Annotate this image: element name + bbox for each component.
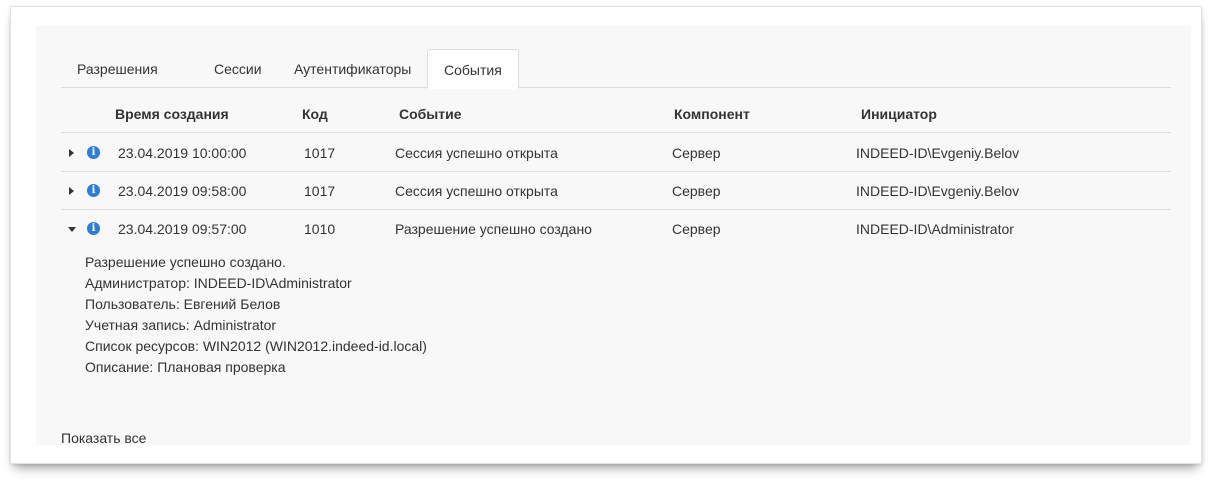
detail-administrator: Администратор: INDEED-ID\Administrator [85, 275, 352, 291]
cell-created: 23.04.2019 09:57:00 [118, 221, 247, 237]
tab-permissions[interactable]: Разрешения [61, 49, 174, 88]
cell-initiator: INDEED-ID\Evgeniy.Belov [856, 183, 1020, 199]
caret-down-icon[interactable] [68, 227, 76, 232]
info-icon[interactable]: i [87, 222, 100, 235]
cell-event: Сессия успешно открыта [395, 145, 558, 161]
cell-component: Сервер [672, 183, 721, 199]
window-frame: Разрешения Сессии Аутентификаторы Событи… [10, 6, 1202, 464]
cell-created: 23.04.2019 09:58:00 [118, 183, 247, 199]
show-all-link[interactable]: Показать все [61, 428, 146, 448]
cell-component: Сервер [672, 221, 721, 237]
cell-code: 1017 [304, 145, 336, 161]
cell-event: Разрешение успешно создано [395, 221, 592, 237]
tab-sessions[interactable]: Сессии [198, 49, 278, 88]
detail-user: Пользователь: Евгений Белов [85, 296, 281, 312]
table-row-expanded[interactable]: i 23.04.2019 09:57:00 1010 Разрешение ус… [61, 210, 1171, 248]
detail-resources: Список ресурсов: WIN2012 (WIN2012.indeed… [85, 338, 427, 354]
cell-initiator: INDEED-ID\Administrator [856, 221, 1014, 237]
event-details: Разрешение успешно создано. Администрато… [85, 252, 685, 378]
cell-initiator: INDEED-ID\Evgeniy.Belov [856, 145, 1020, 161]
tab-authenticators[interactable]: Аутентификаторы [278, 49, 427, 88]
column-header-initiator[interactable]: Инициатор [861, 96, 937, 133]
content-panel: Разрешения Сессии Аутентификаторы Событи… [36, 26, 1191, 448]
column-header-created[interactable]: Время создания [115, 96, 229, 133]
caret-right-icon[interactable] [69, 149, 74, 157]
column-header-event[interactable]: Событие [399, 96, 462, 133]
column-header-code[interactable]: Код [302, 96, 328, 133]
info-icon[interactable]: i [87, 146, 100, 159]
info-icon[interactable]: i [87, 184, 100, 197]
detail-summary: Разрешение успешно создано. [85, 254, 286, 270]
detail-account: Учетная запись: Administrator [85, 317, 277, 333]
cell-created: 23.04.2019 10:00:00 [118, 145, 247, 161]
tab-events[interactable]: События [427, 49, 519, 89]
cell-component: Сервер [672, 145, 721, 161]
cell-event: Сессия успешно открыта [395, 183, 558, 199]
caret-right-icon[interactable] [69, 187, 74, 195]
tab-bar: Разрешения Сессии Аутентификаторы Событи… [61, 49, 1171, 89]
cell-code: 1017 [304, 183, 336, 199]
cell-code: 1010 [304, 221, 336, 237]
column-header-component[interactable]: Компонент [674, 96, 750, 133]
table-row[interactable]: i 23.04.2019 10:00:00 1017 Сессия успешн… [61, 134, 1171, 172]
table-row[interactable]: i 23.04.2019 09:58:00 1017 Сессия успешн… [61, 172, 1171, 210]
detail-description: Описание: Плановая проверка [85, 359, 286, 375]
table-header: Время создания Код Событие Компонент Ини… [61, 96, 1171, 133]
